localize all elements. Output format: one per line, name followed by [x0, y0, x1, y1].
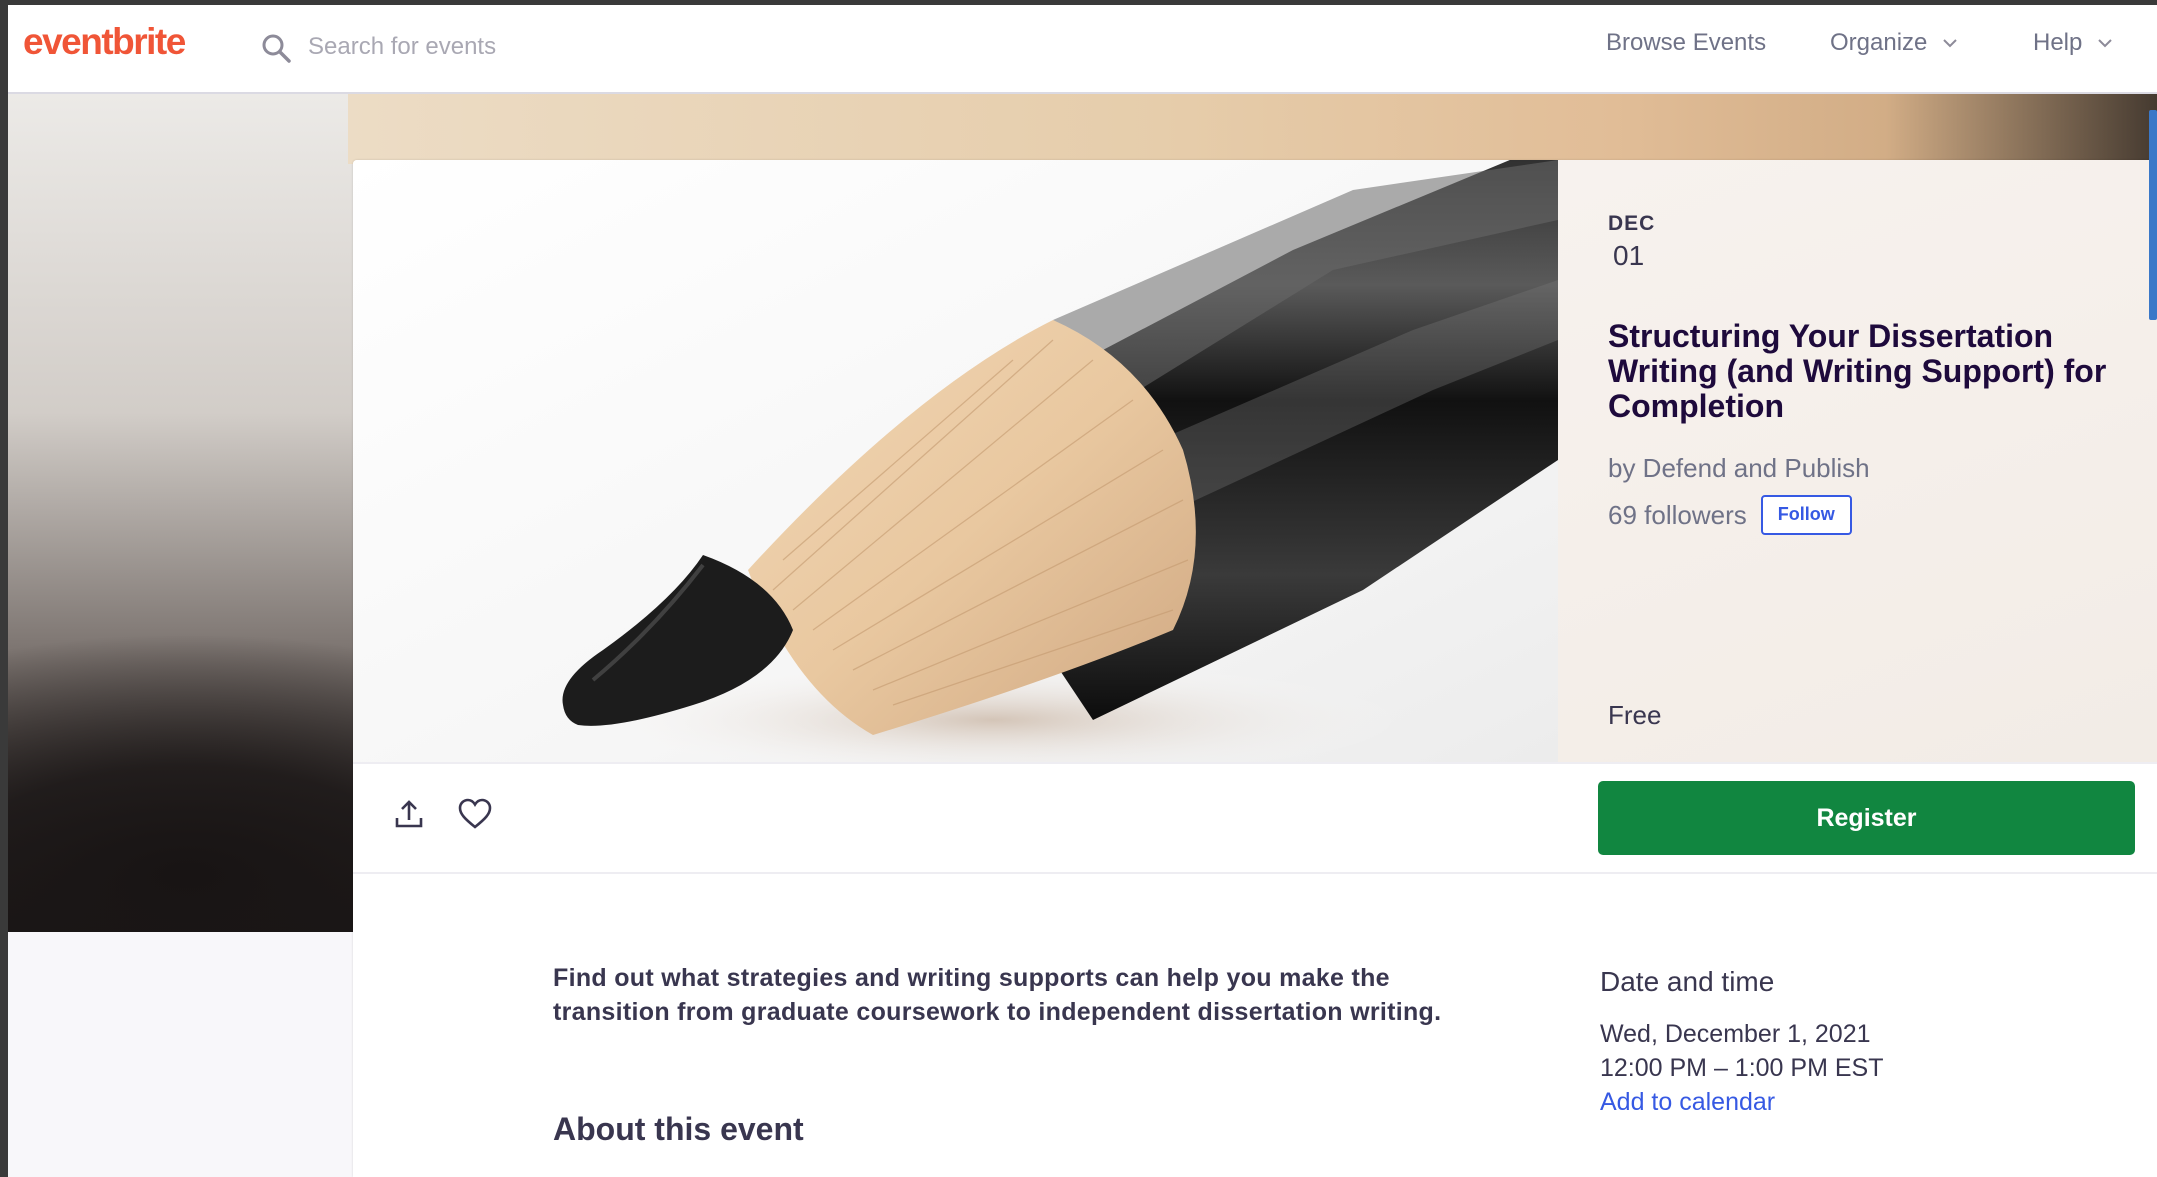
event-card: DEC 01 Structuring Your Dissertation Wri…	[353, 160, 2157, 1177]
event-time-range: 12:00 PM – 1:00 PM EST	[1600, 1054, 1884, 1082]
pencil-image	[353, 160, 1558, 762]
nav-browse-events[interactable]: Browse Events	[1606, 29, 1766, 57]
search-input[interactable]	[308, 26, 908, 68]
followers-row: 69 followers Follow	[1608, 495, 1852, 535]
event-date-full: Wed, December 1, 2021	[1600, 1020, 1871, 1048]
chevron-down-icon	[1943, 39, 1958, 48]
event-date-month: DEC	[1608, 212, 1656, 235]
hero-backdrop-strip	[348, 94, 2157, 164]
nav-browse-events-label: Browse Events	[1606, 29, 1767, 56]
search-icon	[262, 34, 291, 63]
event-summary-text: Find out what strategies and writing sup…	[553, 964, 1442, 1026]
share-icon[interactable]	[391, 796, 427, 832]
browser-viewport: eventbrite Browse Events Organize Help	[8, 5, 2157, 1177]
scrollbar-thumb[interactable]	[2149, 110, 2157, 320]
add-to-calendar-link[interactable]: Add to calendar	[1600, 1088, 1775, 1117]
date-time-heading: Date and time	[1600, 966, 1775, 997]
nav-help-label: Help	[2033, 29, 2083, 56]
event-hero-image	[353, 160, 1558, 762]
heart-icon[interactable]	[457, 796, 493, 832]
nav-organize-menu[interactable]: Organize	[1830, 29, 1959, 57]
event-price: Free	[1608, 700, 1662, 730]
nav-help-menu[interactable]: Help	[2033, 29, 2114, 57]
top-navigation: eventbrite Browse Events Organize Help	[8, 5, 2157, 94]
event-date-day: 01	[1613, 240, 1645, 271]
chevron-down-icon	[2098, 39, 2113, 48]
register-button[interactable]: Register	[1598, 781, 2135, 855]
event-title: Structuring Your Dissertation Writing (a…	[1608, 318, 2107, 424]
event-summary-panel: DEC 01 Structuring Your Dissertation Wri…	[1558, 160, 2157, 762]
follow-button[interactable]: Follow	[1760, 495, 1852, 535]
eventbrite-logo[interactable]: eventbrite	[23, 21, 186, 63]
follower-count: 69 followers	[1608, 499, 1747, 530]
event-organizer[interactable]: by Defend and Publish	[1608, 453, 1870, 484]
event-action-bar: Register	[353, 762, 2157, 874]
about-heading: About this event	[553, 1111, 804, 1147]
nav-organize-label: Organize	[1830, 29, 1928, 56]
